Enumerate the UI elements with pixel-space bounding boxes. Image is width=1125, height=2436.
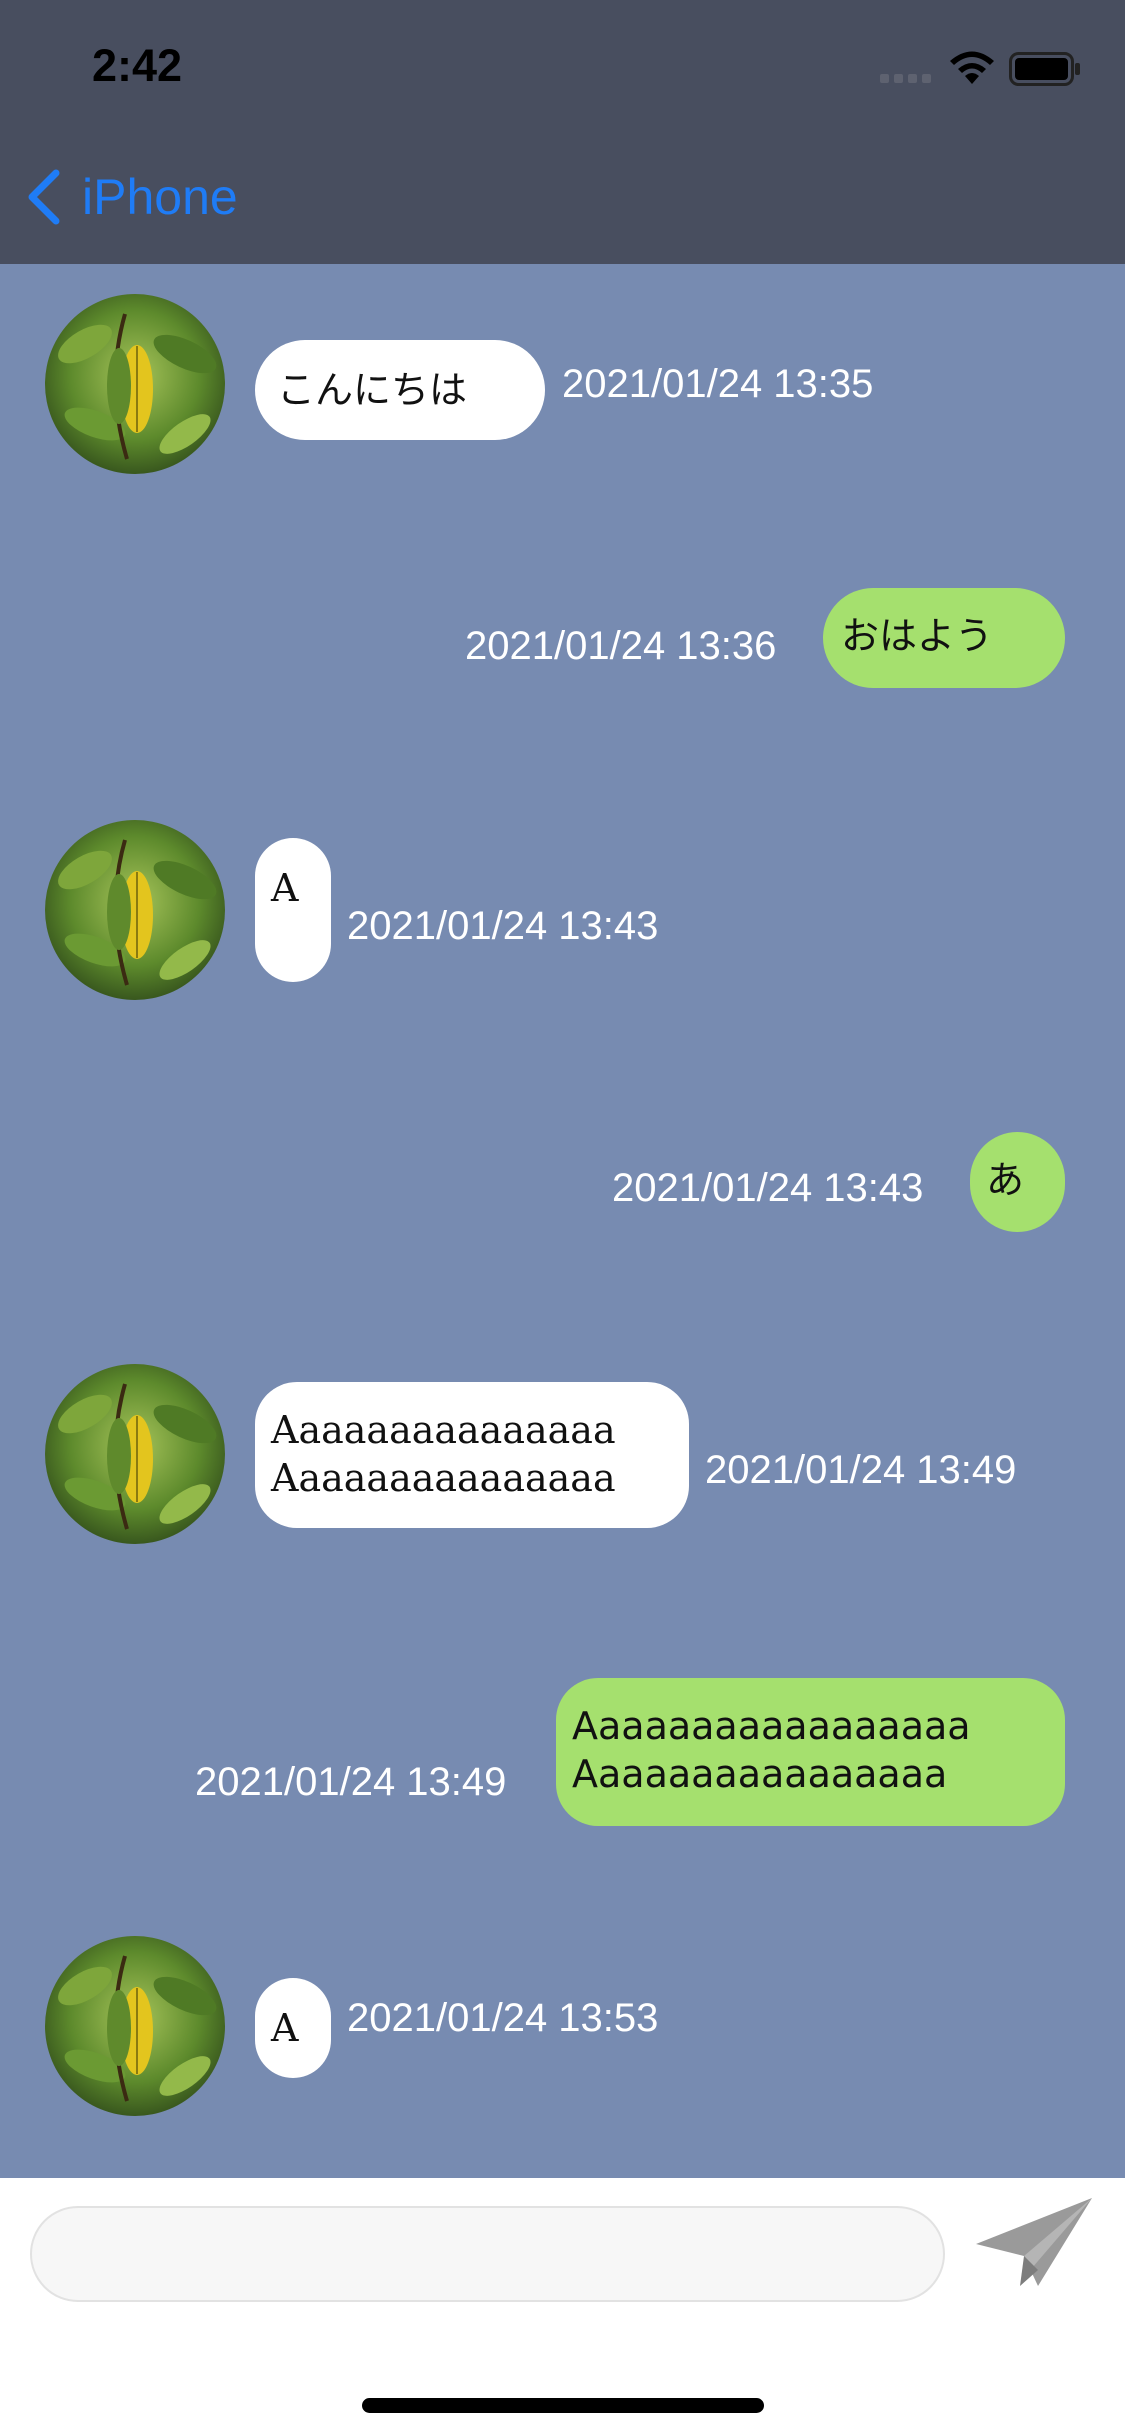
status-bar: 2:42 (0, 0, 1125, 132)
incoming-bubble[interactable]: こんにちは (255, 340, 545, 440)
chevron-left-icon (28, 169, 60, 225)
paper-plane-icon[interactable] (972, 2194, 1096, 2298)
message-text: Aaaaaaaaaaaaaaaa (572, 1752, 948, 1796)
message-text: A (271, 2006, 299, 2050)
avatar[interactable] (45, 1364, 225, 1544)
message-timestamp: 2021/01/24 13:35 (562, 362, 874, 406)
message-input[interactable] (30, 2206, 945, 2302)
nav-bar: iPhone (0, 132, 1125, 264)
avatar[interactable] (45, 1936, 225, 2116)
chat-area[interactable]: こんにちは 2021/01/24 13:35 2021/01/24 13:36 … (0, 264, 1125, 2178)
message-text: こんにちは (277, 368, 468, 412)
message-text: Aaaaaaaaaaaaaaa (271, 1456, 616, 1500)
status-time: 2:42 (92, 40, 183, 91)
outgoing-bubble[interactable]: Aaaaaaaaaaaaaaaaa Aaaaaaaaaaaaaaaa (556, 1678, 1065, 1826)
home-indicator (362, 2398, 764, 2413)
message-text: あ (986, 1158, 1025, 1202)
incoming-bubble[interactable]: Aaaaaaaaaaaaaaa Aaaaaaaaaaaaaaa (255, 1382, 689, 1528)
outgoing-bubble[interactable]: おはよう (823, 588, 1065, 688)
back-label: iPhone (82, 169, 238, 225)
message-text: A (271, 866, 299, 910)
message-text: Aaaaaaaaaaaaaaaaa (572, 1704, 971, 1748)
message-text: おはよう (841, 614, 994, 658)
battery-icon (1009, 52, 1080, 86)
back-button[interactable]: iPhone (24, 164, 238, 230)
avatar[interactable] (45, 820, 225, 1000)
incoming-bubble[interactable]: A (255, 838, 331, 982)
message-text: Aaaaaaaaaaaaaaa (271, 1408, 616, 1452)
outgoing-bubble[interactable]: あ (970, 1132, 1065, 1232)
message-timestamp: 2021/01/24 13:43 (347, 904, 659, 948)
message-timestamp: 2021/01/24 13:53 (347, 1996, 659, 2040)
signal-icon (880, 74, 932, 84)
message-timestamp: 2021/01/24 13:36 (465, 624, 777, 668)
message-timestamp: 2021/01/24 13:43 (612, 1166, 924, 1210)
input-bar (0, 2178, 1125, 2436)
avatar[interactable] (45, 294, 225, 474)
message-timestamp: 2021/01/24 13:49 (705, 1448, 1017, 1492)
message-timestamp: 2021/01/24 13:49 (195, 1760, 507, 1804)
wifi-icon (950, 51, 994, 84)
incoming-bubble[interactable]: A (255, 1978, 331, 2078)
